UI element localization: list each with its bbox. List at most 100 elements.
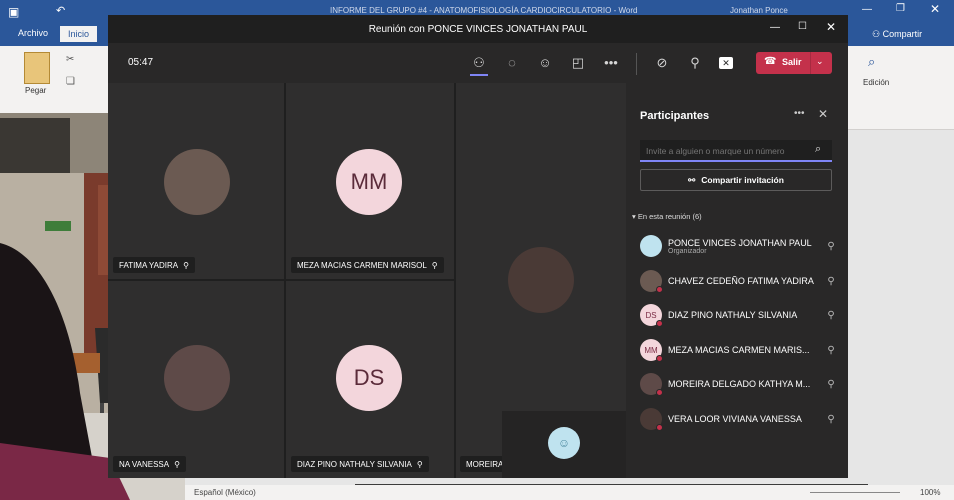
participant-name: FATIMA YADIRA <box>119 260 179 270</box>
share-button[interactable]: ⚇ Compartir <box>872 29 922 40</box>
participant-tile[interactable]: MM MEZA MACIAS CARMEN MARISOL ⚲ <box>286 83 454 279</box>
chat-icon[interactable]: ◌ <box>503 55 521 71</box>
participants-panel: Participantes ••• ✕ ⌕ ⚯ Compartir invita… <box>626 83 848 478</box>
participant-tile[interactable]: NA VANESSA ⚲ <box>108 281 284 478</box>
leave-button[interactable]: ☎ Salir ⌄ <box>756 52 832 74</box>
close-icon[interactable]: ✕ <box>826 20 836 34</box>
more-actions-icon[interactable]: ••• <box>602 55 620 71</box>
close-icon[interactable]: ✕ <box>930 2 940 16</box>
zoom-level: 100% <box>920 488 941 497</box>
edit-label: Edición <box>863 78 890 87</box>
self-preview[interactable]: ☺ <box>502 411 626 478</box>
participant-avatar: MM <box>336 149 402 215</box>
leave-label: Salir <box>782 57 802 67</box>
mic-off-icon: ⚲ <box>827 378 835 390</box>
participant-name: CHAVEZ CEDEÑO FATIMA YADIRA <box>668 276 814 286</box>
participant-avatar <box>640 270 663 293</box>
participant-name-chip: FATIMA YADIRA ⚲ <box>113 257 195 273</box>
meeting-toolbar: 05:47 ⚇ ◌ ☺ ◰ ••• ⊘ ⚲ ✕ ☎ Salir ⌄ <box>108 43 848 83</box>
toolbar-divider <box>636 53 637 75</box>
participant-row[interactable]: VERA LOOR VIVIANA VANESSA ⚲ <box>640 408 838 431</box>
more-options-icon[interactable]: ••• <box>794 108 805 119</box>
status-dot <box>656 424 663 431</box>
status-dot <box>656 320 663 327</box>
invite-search-input[interactable] <box>646 144 810 158</box>
camera-off-icon[interactable]: ⊘ <box>653 55 671 71</box>
mic-off-icon: ⚲ <box>183 260 189 270</box>
participant-avatar: DS <box>640 304 663 327</box>
save-icon[interactable]: ▣ <box>8 5 19 19</box>
rooms-icon[interactable]: ◰ <box>569 55 587 71</box>
participants-icon[interactable]: ⚇ <box>470 55 488 71</box>
participant-name: NA VANESSA <box>119 459 170 469</box>
participant-initials: DS <box>645 310 657 320</box>
zoom-slider[interactable] <box>810 492 900 493</box>
teams-titlebar: Reunión con PONCE VINCES JONATHAN PAUL —… <box>108 15 848 43</box>
share-label: Compartir <box>882 29 923 39</box>
participant-photo <box>164 345 230 411</box>
participant-tile[interactable]: DS DIAZ PINO NATHALY SILVANIA ⚲ <box>286 281 454 478</box>
mic-off-icon: ⚲ <box>416 459 423 469</box>
word-title: INFORME DEL GRUPO #4 - ANATOMOFISIOLOGÍA… <box>330 6 638 15</box>
participant-initials: MM <box>644 345 658 355</box>
participant-row[interactable]: DS DIAZ PINO NATHALY SILVANIA ⚲ <box>640 304 838 327</box>
meeting-title: Reunión con PONCE VINCES JONATHAN PAUL <box>368 24 588 35</box>
mic-off-icon: ⚲ <box>827 275 835 287</box>
status-dot <box>656 389 663 396</box>
mic-off-icon: ⚲ <box>827 344 835 356</box>
phone-hangup-icon: ☎ <box>764 56 777 67</box>
word-user: Jonathan Ponce <box>730 6 788 15</box>
paste-icon[interactable] <box>24 52 50 84</box>
participant-name: PONCE VINCES JONATHAN PAUL <box>668 237 812 248</box>
participant-name: DIAZ PINO NATHALY SILVANIA <box>297 459 412 469</box>
participant-row[interactable]: MOREIRA DELGADO KATHYA M... ⚲ <box>640 373 838 396</box>
participant-name: MEZA MACIAS CARMEN MARISOL <box>297 260 427 270</box>
participant-row[interactable]: CHAVEZ CEDEÑO FATIMA YADIRA ⚲ <box>640 270 838 293</box>
leave-divider <box>810 52 811 74</box>
copy-icon[interactable]: ❏ <box>66 76 75 87</box>
mic-off-icon: ⚲ <box>827 413 835 425</box>
chevron-down-icon[interactable]: ⌄ <box>816 56 824 67</box>
mic-off-icon: ⚲ <box>431 260 438 270</box>
share-screen-icon[interactable]: ✕ <box>719 57 733 69</box>
section-label: En esta reunión (6) <box>637 212 702 221</box>
participant-avatar <box>640 408 663 431</box>
status-dot <box>656 355 663 362</box>
teams-window: Reunión con PONCE VINCES JONATHAN PAUL —… <box>108 15 848 478</box>
restore-icon[interactable]: ❐ <box>896 3 905 14</box>
participant-avatar: DS <box>336 345 402 411</box>
search-icon: ⌕ <box>815 143 822 155</box>
invite-search-field[interactable]: ⌕ <box>640 140 832 162</box>
close-panel-icon[interactable]: ✕ <box>818 107 828 121</box>
cut-icon[interactable]: ✂ <box>66 54 74 65</box>
mic-off-icon[interactable]: ⚲ <box>686 55 704 71</box>
participant-row[interactable]: MM MEZA MACIAS CARMEN MARIS... ⚲ <box>640 339 838 362</box>
section-header[interactable]: ▾ En esta reunión (6) <box>632 212 702 221</box>
undo-icon[interactable]: ↶ <box>56 4 65 17</box>
participant-photo <box>508 247 574 313</box>
participant-name: MEZA MACIAS CARMEN MARIS... <box>668 345 810 355</box>
participant-info: PONCE VINCES JONATHAN PAUL Organizador <box>668 238 824 255</box>
participant-avatar: MM <box>640 339 663 362</box>
tab-archivo[interactable]: Archivo <box>18 28 48 38</box>
participant-tile[interactable]: FATIMA YADIRA ⚲ <box>108 83 284 279</box>
self-avatar: ☺ <box>548 427 580 459</box>
panel-title: Participantes <box>640 110 710 122</box>
paste-label: Pegar <box>25 86 47 95</box>
participant-name: DIAZ PINO NATHALY SILVANIA <box>668 310 798 320</box>
reactions-icon[interactable]: ☺ <box>536 55 554 71</box>
mic-off-icon: ⚲ <box>174 459 180 469</box>
participant-name: MOREIRA <box>466 459 504 469</box>
participant-row[interactable]: PONCE VINCES JONATHAN PAUL Organizador ⚲ <box>640 235 838 257</box>
status-language: Español (México) <box>194 488 256 497</box>
participant-role: Organizador <box>668 247 707 255</box>
participants-active-indicator <box>470 74 488 76</box>
video-grid: FATIMA YADIRA ⚲ MM MEZA MACIAS CARMEN MAR… <box>108 83 626 478</box>
share-invite-button[interactable]: ⚯ Compartir invitación <box>640 169 832 191</box>
participant-avatar <box>640 235 662 257</box>
search-icon[interactable]: ⌕ <box>868 54 875 70</box>
maximize-icon[interactable]: ☐ <box>798 21 807 32</box>
minimize-icon[interactable]: — <box>770 22 780 33</box>
minimize-icon[interactable]: — <box>862 4 872 15</box>
tab-inicio[interactable]: Inicio <box>60 26 98 42</box>
